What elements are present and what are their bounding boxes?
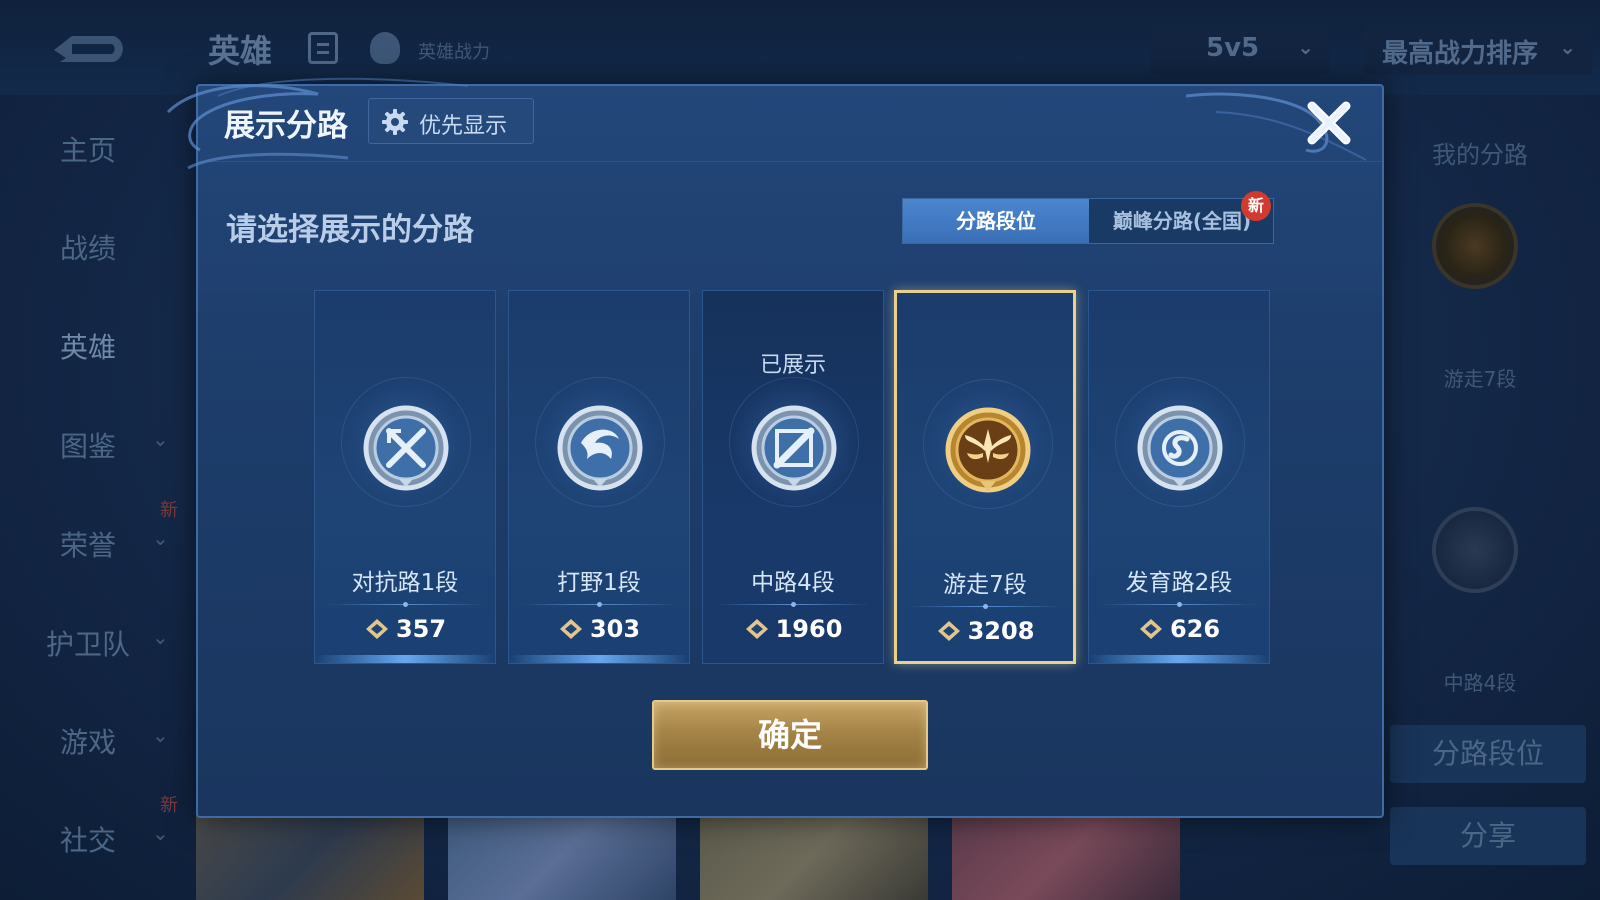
- dialog-header: 展示分路 优先显示: [166, 77, 1382, 170]
- sidebar-item-honor[interactable]: 荣誉 ⌄ 新: [0, 500, 190, 572]
- divider: [715, 602, 871, 607]
- back-arrow-icon[interactable]: [52, 30, 130, 66]
- lane-name: 对抗路1段: [351, 570, 459, 596]
- lane-tabs: 分路段位 巅峰分路(全国) 新: [902, 191, 1274, 244]
- divider: [521, 602, 677, 607]
- heroes-title: 英雄: [208, 32, 273, 70]
- close-icon[interactable]: [1304, 98, 1354, 148]
- lane-card-list: 对抗路1段 357 打野1段 303 已展示 中路4段 1960 游走7段 32…: [314, 290, 1274, 666]
- hero-power-icon: [370, 32, 400, 64]
- power-diamond-icon: [1139, 619, 1162, 639]
- chevron-down-icon: ⌄: [152, 821, 169, 845]
- hero-portrait[interactable]: [700, 808, 928, 900]
- mid-emblem-icon: [1432, 507, 1518, 593]
- dialog-title: 展示分路: [224, 108, 348, 144]
- my-lane-label: 中路4段: [1443, 671, 1517, 695]
- mode-select[interactable]: 5v5 ⌄: [1150, 25, 1330, 75]
- sidebar-item-social[interactable]: 社交 ⌄ 新: [0, 795, 190, 867]
- list-icon[interactable]: [308, 32, 338, 64]
- priority-display-button[interactable]: 优先显示: [368, 98, 534, 144]
- sidebar: 主页 战绩 英雄 图鉴 ⌄ 荣誉 ⌄ 新 护卫队 ⌄ 游戏 ⌄ 社交 ⌄ 新: [0, 95, 190, 900]
- lane-card-jungle[interactable]: 打野1段 303: [508, 290, 690, 664]
- power-diamond-icon: [937, 621, 960, 641]
- lane-score: 3208: [897, 617, 1073, 645]
- lane-rank-button[interactable]: 分路段位: [1390, 725, 1586, 783]
- divider: [909, 604, 1061, 609]
- hero-portrait-strip: [196, 808, 1196, 900]
- chevron-down-icon: ⌄: [152, 526, 169, 550]
- power-diamond-icon: [365, 619, 388, 639]
- displayed-status: 已展示: [759, 353, 826, 378]
- lane-name: 中路4段: [751, 570, 835, 596]
- hero-portrait[interactable]: [952, 808, 1180, 900]
- sort-select[interactable]: 最高战力排序 ⌄: [1364, 25, 1592, 75]
- lane-name: 游走7段: [943, 572, 1027, 598]
- lane-card-roam[interactable]: 游走7段 3208: [894, 290, 1076, 664]
- lane-card-farm[interactable]: 发育路2段 626: [1088, 290, 1270, 664]
- sidebar-item-heroes[interactable]: 英雄: [0, 314, 190, 374]
- display-lane-dialog: 展示分路 优先显示 请选择展示的分路 分路段位 巅峰分路(全国) 新 对抗路1段…: [166, 77, 1384, 818]
- sidebar-item-records[interactable]: 战绩: [0, 215, 190, 275]
- tab-lane-rank[interactable]: 分路段位: [903, 199, 1089, 243]
- card-bottom-glow: [315, 655, 495, 663]
- farm-lane-emblem-icon: [1137, 405, 1223, 491]
- sidebar-item-guard-team[interactable]: 护卫队 ⌄: [0, 611, 190, 671]
- share-button[interactable]: 分享: [1390, 807, 1586, 865]
- new-badge: 新: [160, 500, 178, 521]
- my-lane-label: 游走7段: [1443, 367, 1517, 391]
- chevron-down-icon: ⌄: [152, 723, 169, 747]
- jungle-dragon-emblem-icon: [557, 405, 643, 491]
- clash-lane-emblem-icon: [363, 405, 449, 491]
- lane-name: 发育路2段: [1125, 570, 1233, 596]
- confirm-button[interactable]: 确定: [652, 700, 928, 770]
- lane-score: 1960: [703, 615, 883, 643]
- lane-score: 357: [315, 615, 495, 643]
- new-badge: 新: [1241, 191, 1271, 221]
- chevron-down-icon: ⌄: [152, 427, 169, 451]
- divider: [327, 602, 483, 607]
- sidebar-item-game[interactable]: 游戏 ⌄: [0, 709, 190, 769]
- new-badge: 新: [160, 795, 178, 816]
- hero-portrait[interactable]: [196, 808, 424, 900]
- my-lanes-panel: 我的分路 游走7段 中路4段 分路段位 分享: [1380, 95, 1600, 900]
- power-diamond-icon: [559, 619, 582, 639]
- chevron-down-icon: ⌄: [152, 625, 169, 649]
- lane-name: 打野1段: [557, 570, 641, 596]
- chevron-down-icon: ⌄: [1297, 35, 1314, 59]
- lane-card-clash[interactable]: 对抗路1段 357: [314, 290, 496, 664]
- gear-icon: [382, 109, 408, 135]
- priority-display-label: 优先显示: [419, 114, 508, 139]
- lane-card-mid[interactable]: 已展示 中路4段 1960: [702, 290, 884, 664]
- roam-emblem-icon: [1432, 203, 1518, 289]
- select-lane-prompt: 请选择展示的分路: [226, 212, 474, 248]
- sidebar-item-codex[interactable]: 图鉴 ⌄: [0, 413, 190, 473]
- hero-power-label[interactable]: 英雄战力: [418, 38, 490, 64]
- lane-score: 626: [1089, 615, 1269, 643]
- divider: [1101, 602, 1257, 607]
- mid-lane-emblem-icon: [751, 405, 837, 491]
- hero-portrait[interactable]: [448, 808, 676, 900]
- card-bottom-glow: [509, 655, 689, 663]
- lane-score: 303: [509, 615, 689, 643]
- power-diamond-icon: [745, 619, 768, 639]
- card-bottom-glow: [1089, 655, 1269, 663]
- my-lanes-title: 我的分路: [1432, 141, 1528, 169]
- roam-wings-emblem-icon: [945, 407, 1031, 493]
- chevron-down-icon: ⌄: [1559, 35, 1576, 59]
